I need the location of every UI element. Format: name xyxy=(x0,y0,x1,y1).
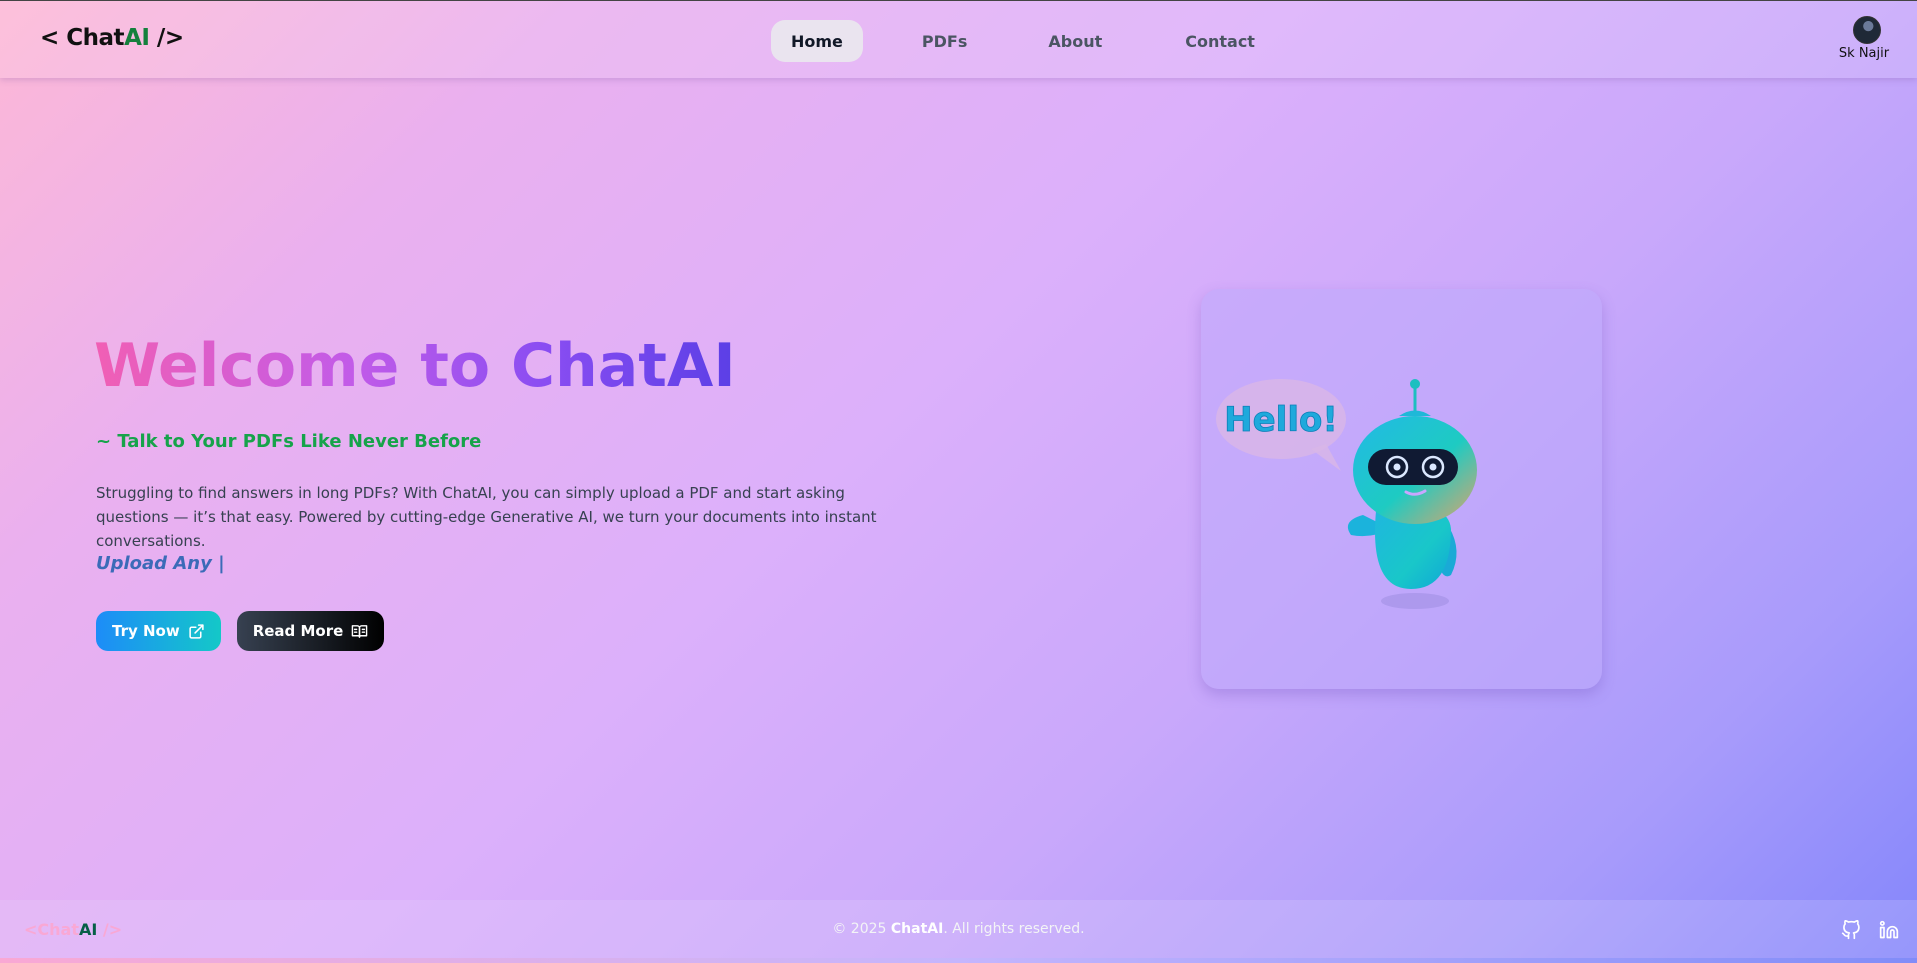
nav-item-contact[interactable]: Contact xyxy=(1165,20,1275,62)
nav-item-home[interactable]: Home xyxy=(771,20,863,62)
external-link-icon xyxy=(189,623,204,639)
try-now-button[interactable]: Try Now xyxy=(96,611,221,651)
try-now-label: Try Now xyxy=(112,622,180,640)
read-more-button[interactable]: Read More xyxy=(236,611,385,651)
robot-mascot-icon: Hello! xyxy=(1216,379,1477,609)
site-logo[interactable]: < ChatAI /> xyxy=(40,25,184,51)
footer: <ChatAI /> © 2025 ChatAI. All rights res… xyxy=(0,900,1917,958)
logo-text-suffix: /> xyxy=(149,25,184,51)
github-icon[interactable] xyxy=(1841,920,1861,940)
hero-actions: Try Now Read More xyxy=(96,611,385,651)
copyright-brand: ChatAI xyxy=(890,921,944,937)
hero-description: Struggling to find answers in long PDFs?… xyxy=(96,484,877,550)
hero-title: Welcome to ChatAI xyxy=(94,331,736,401)
linkedin-icon[interactable] xyxy=(1879,920,1899,940)
nav-item-about[interactable]: About xyxy=(1028,20,1122,62)
logo-text-prefix: < Chat xyxy=(40,25,125,51)
read-more-label: Read More xyxy=(252,622,344,640)
main-nav: Home PDFs About Contact xyxy=(771,20,1275,62)
social-links xyxy=(1841,920,1899,940)
copyright-prefix: © 2025 xyxy=(832,921,891,937)
book-open-icon xyxy=(352,624,368,638)
speech-bubble-text: Hello! xyxy=(1224,400,1338,440)
robot-illustration-card: Hello! xyxy=(1201,289,1602,689)
typewriter-text: Upload Any | xyxy=(96,553,225,574)
speech-bubble: Hello! xyxy=(1216,379,1346,471)
copyright-suffix: . All rights reserved. xyxy=(943,921,1085,937)
hero-subtitle: ~ Talk to Your PDFs Like Never Before xyxy=(96,431,482,452)
footer-accent-bar xyxy=(0,958,1917,963)
logo-text-accent: AI xyxy=(124,25,150,51)
user-menu[interactable]: Sk Najir xyxy=(1839,16,1893,61)
navbar: < ChatAI /> Home PDFs About Contact Sk N… xyxy=(0,0,1917,78)
copyright-text: © 2025 ChatAI. All rights reserved. xyxy=(0,921,1917,937)
nav-item-pdfs[interactable]: PDFs xyxy=(902,20,987,62)
user-name: Sk Najir xyxy=(1838,46,1890,61)
avatar[interactable] xyxy=(1853,16,1881,44)
